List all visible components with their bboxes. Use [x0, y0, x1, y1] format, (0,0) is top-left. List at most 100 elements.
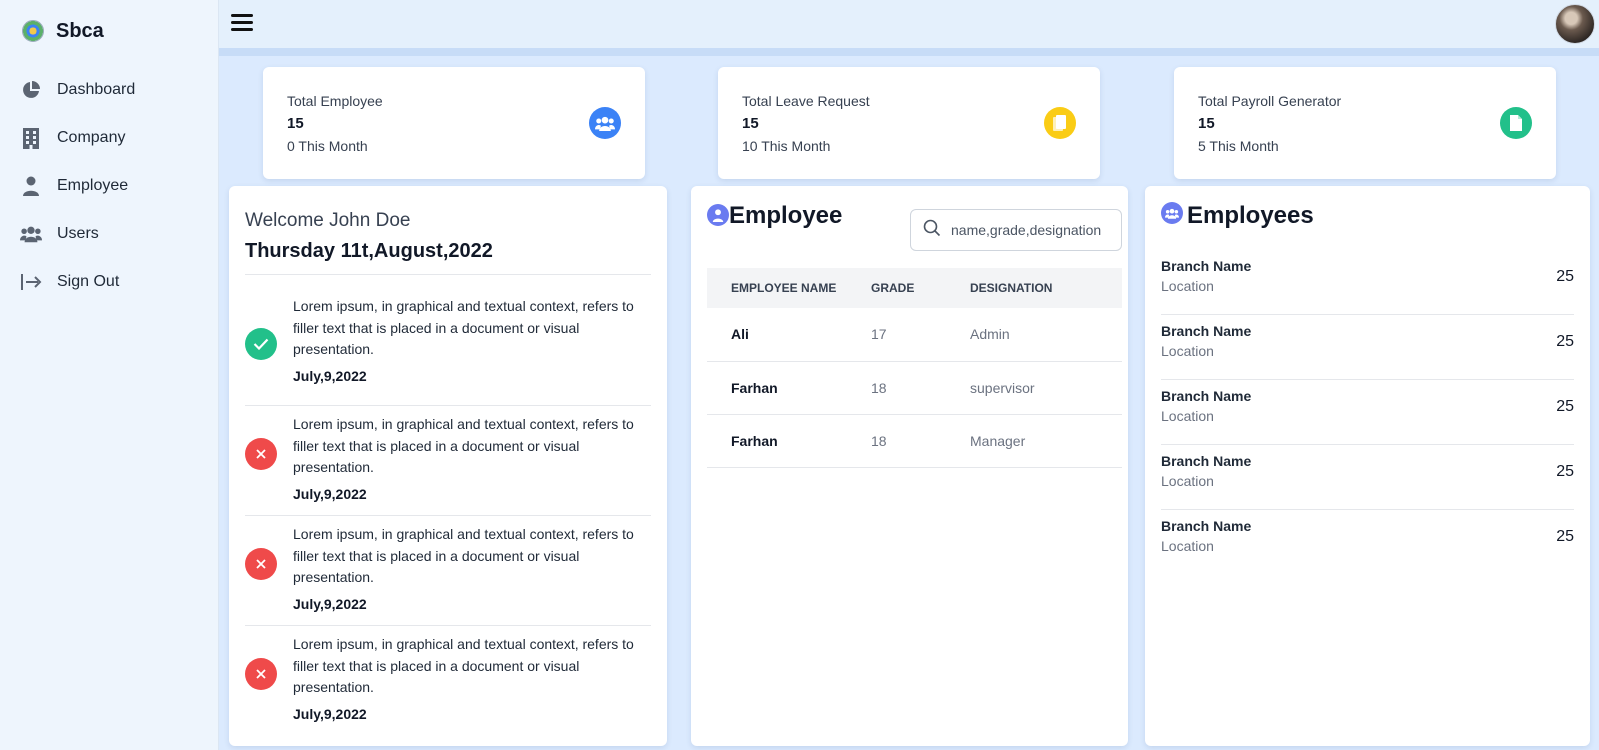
- branch-location: Location: [1161, 473, 1214, 489]
- dashboard-main: Total Employee 15 0 This Month Total Lea…: [219, 56, 1599, 750]
- branch-location: Location: [1161, 278, 1214, 294]
- user-icon: [20, 175, 42, 197]
- sidebar-item-employee[interactable]: Employee: [0, 162, 218, 210]
- sidebar-item-dashboard[interactable]: Dashboard: [0, 66, 218, 114]
- list-item[interactable]: Branch Name Location 25: [1161, 380, 1574, 445]
- branch-count: 25: [1556, 268, 1574, 285]
- employee-designation: supervisor: [970, 361, 1122, 415]
- table-row[interactable]: Farhan 18 Manager: [707, 414, 1122, 468]
- sidebar-item-label: Sign Out: [57, 273, 120, 290]
- employee-name: Farhan: [707, 361, 871, 415]
- check-icon: [245, 328, 277, 360]
- branch-name: Branch Name: [1161, 258, 1252, 274]
- user-icon: [707, 204, 729, 226]
- branch-count: 25: [1556, 528, 1574, 545]
- welcome-title: Welcome John Doe: [245, 210, 411, 231]
- sidebar-item-users[interactable]: Users: [0, 210, 218, 258]
- panel-heading: Employees: [1187, 202, 1314, 229]
- stat-value: 15: [742, 115, 759, 132]
- activity-feed: Lorem ipsum, in graphical and textual co…: [245, 296, 651, 736]
- table-row[interactable]: Farhan 18 supervisor: [707, 361, 1122, 415]
- list-item[interactable]: Branch Name Location 25: [1161, 250, 1574, 315]
- branch-name: Branch Name: [1161, 518, 1252, 534]
- feed-item: Lorem ipsum, in graphical and textual co…: [245, 406, 651, 516]
- stat-title: Total Payroll Generator: [1198, 93, 1342, 109]
- stat-subtext: 5 This Month: [1198, 138, 1279, 154]
- logo-emblem-icon: [22, 20, 44, 42]
- employee-name: Farhan: [707, 414, 871, 468]
- sign-out-icon: [20, 271, 42, 293]
- branch-count: 25: [1556, 463, 1574, 480]
- branch-location: Location: [1161, 538, 1214, 554]
- branch-name: Branch Name: [1161, 453, 1252, 469]
- users-icon: [20, 223, 42, 245]
- close-icon: [245, 438, 277, 470]
- table-row[interactable]: Ali 17 Admin: [707, 308, 1122, 362]
- employee-table: EMPLOYEE NAME GRADE DESIGNATION Ali 17 A…: [707, 268, 1122, 468]
- brand-name: Sbca: [56, 19, 104, 42]
- feed-text: Lorem ipsum, in graphical and textual co…: [293, 526, 634, 585]
- branch-count: 25: [1556, 333, 1574, 350]
- welcome-panel: Welcome John Doe Thursday 11t,August,202…: [229, 186, 667, 746]
- feed-date: July,9,2022: [293, 596, 367, 612]
- feed-date: July,9,2022: [293, 486, 367, 502]
- branch-location: Location: [1161, 408, 1214, 424]
- stat-value: 15: [1198, 115, 1215, 132]
- list-item[interactable]: Branch Name Location 25: [1161, 315, 1574, 380]
- search-box[interactable]: [910, 209, 1122, 251]
- building-icon: [20, 127, 42, 149]
- divider: [245, 274, 651, 275]
- employee-grade: 18: [871, 361, 970, 415]
- close-icon: [245, 548, 277, 580]
- feed-item: Lorem ipsum, in graphical and textual co…: [245, 516, 651, 626]
- stat-card-total-employee: Total Employee 15 0 This Month: [263, 67, 645, 179]
- feed-text: Lorem ipsum, in graphical and textual co…: [293, 416, 634, 475]
- employee-designation: Manager: [970, 414, 1122, 468]
- feed-item: Lorem ipsum, in graphical and textual co…: [245, 626, 651, 736]
- column-header[interactable]: EMPLOYEE NAME: [707, 268, 871, 308]
- welcome-date: Thursday 11t,August,2022: [245, 240, 493, 262]
- list-item[interactable]: Branch Name Location 25: [1161, 510, 1574, 575]
- branch-list: Branch Name Location 25 Branch Name Loca…: [1161, 250, 1574, 575]
- file-icon: [1500, 107, 1532, 139]
- stat-subtext: 10 This Month: [742, 138, 831, 154]
- feed-date: July,9,2022: [293, 706, 367, 722]
- sidebar-nav: Dashboard Company Employee Users Sign Ou…: [0, 66, 218, 306]
- top-bar: [219, 0, 1599, 48]
- branch-name: Branch Name: [1161, 388, 1252, 404]
- feed-item: Lorem ipsum, in graphical and textual co…: [245, 296, 651, 406]
- stat-card-total-leave-request: Total Leave Request 15 10 This Month: [718, 67, 1100, 179]
- sidebar-item-label: Employee: [57, 177, 129, 194]
- branch-count: 25: [1556, 398, 1574, 415]
- branch-name: Branch Name: [1161, 323, 1252, 339]
- user-avatar[interactable]: [1555, 4, 1595, 44]
- branches-panel: Employees Branch Name Location 25 Branch…: [1145, 186, 1590, 746]
- column-header[interactable]: DESIGNATION: [970, 268, 1122, 308]
- list-item[interactable]: Branch Name Location 25: [1161, 445, 1574, 510]
- stat-title: Total Employee: [287, 93, 383, 109]
- hamburger-menu-icon[interactable]: [231, 12, 255, 34]
- users-icon: [1161, 202, 1183, 224]
- brand[interactable]: Sbca: [0, 0, 218, 62]
- sidebar-item-label: Company: [57, 129, 126, 146]
- close-icon: [245, 658, 277, 690]
- top-bar-divider: [219, 48, 1599, 56]
- sidebar: Sbca Dashboard Company Employee Users Si…: [0, 0, 219, 750]
- copy-icon: [1044, 107, 1076, 139]
- search-input[interactable]: [951, 222, 1111, 238]
- table-header-row: EMPLOYEE NAME GRADE DESIGNATION: [707, 268, 1122, 308]
- sidebar-item-label: Dashboard: [57, 81, 136, 98]
- column-header[interactable]: GRADE: [871, 268, 970, 308]
- stat-value: 15: [287, 115, 304, 132]
- panel-heading: Employee: [729, 202, 843, 229]
- sidebar-item-sign-out[interactable]: Sign Out: [0, 258, 218, 306]
- employee-panel: Employee EMPLOYEE NAME GRADE DESIGNATION…: [691, 186, 1128, 746]
- feed-date: July,9,2022: [293, 368, 367, 384]
- feed-text: Lorem ipsum, in graphical and textual co…: [293, 636, 634, 695]
- sidebar-item-company[interactable]: Company: [0, 114, 218, 162]
- employee-designation: Admin: [970, 308, 1122, 362]
- users-icon: [589, 107, 621, 139]
- branch-location: Location: [1161, 343, 1214, 359]
- stat-card-total-payroll-generator: Total Payroll Generator 15 5 This Month: [1174, 67, 1556, 179]
- employee-grade: 17: [871, 308, 970, 362]
